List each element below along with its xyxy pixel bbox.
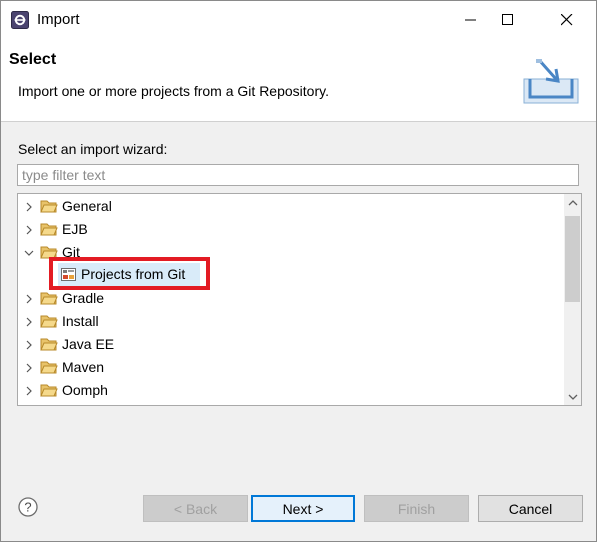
chevron-right-icon[interactable]: [22, 218, 36, 241]
tree-item-label: Java EE: [62, 336, 115, 352]
import-banner-icon: [523, 59, 579, 104]
scrollbar-thumb[interactable]: [565, 216, 580, 302]
tree-item-label: Oomph: [62, 382, 108, 398]
folder-icon: [40, 223, 58, 236]
chevron-down-icon: [568, 394, 577, 400]
minimize-icon: [465, 19, 476, 21]
tree-item-label: Maven: [62, 359, 105, 375]
tree-item-label: Install: [62, 313, 99, 329]
tree-item-label: EJB: [62, 221, 88, 237]
page-title: Select: [9, 51, 57, 68]
button-bar: ? < Back Next > Finish Cancel: [1, 478, 596, 541]
back-button[interactable]: < Back: [143, 495, 248, 522]
folder-open-icon: [40, 246, 58, 259]
wizard-tree[interactable]: General EJB Git Projects from Git Gradle…: [17, 193, 582, 406]
cancel-button[interactable]: Cancel: [478, 495, 583, 522]
chevron-right-icon[interactable]: [22, 379, 36, 402]
folder-icon: [40, 361, 58, 374]
help-icon[interactable]: ?: [18, 497, 38, 517]
chevron-down-icon[interactable]: [22, 241, 36, 264]
chevron-right-icon[interactable]: [22, 287, 36, 310]
folder-icon: [40, 292, 58, 305]
next-button[interactable]: Next >: [251, 495, 355, 522]
maximize-icon: [502, 14, 513, 25]
scroll-up-button[interactable]: [564, 194, 581, 211]
tree-item-label: Projects from Git: [81, 266, 186, 282]
close-icon: [561, 14, 573, 26]
tree-item-label: General: [62, 198, 112, 214]
wizard-prompt: Select an import wizard:: [18, 141, 168, 157]
eclipse-app-icon: [11, 11, 29, 29]
import-dialog: Import Select Import one or more project…: [0, 0, 597, 542]
chevron-up-icon: [568, 199, 577, 205]
chevron-right-icon[interactable]: [22, 195, 36, 218]
title-bar: Import: [1, 1, 596, 39]
folder-icon: [40, 338, 58, 351]
folder-icon: [40, 315, 58, 328]
wizard-header: Select Import one or more projects from …: [1, 39, 596, 122]
finish-button[interactable]: Finish: [364, 495, 469, 522]
maximize-button[interactable]: [485, 1, 531, 39]
vertical-scrollbar[interactable]: [564, 194, 581, 405]
folder-icon: [40, 384, 58, 397]
window-title: Import: [37, 11, 80, 28]
filter-input[interactable]: [17, 164, 579, 186]
page-description: Import one or more projects from a Git R…: [18, 83, 329, 99]
git-projects-icon: [61, 268, 76, 281]
tree-item-label: Git: [62, 244, 80, 260]
chevron-right-icon[interactable]: [22, 356, 36, 379]
tree-item-label: Gradle: [62, 290, 105, 306]
chevron-right-icon[interactable]: [22, 333, 36, 356]
scroll-down-button[interactable]: [564, 388, 581, 405]
folder-icon: [40, 200, 58, 213]
chevron-right-icon[interactable]: [22, 310, 36, 333]
svg-text:?: ?: [24, 500, 31, 515]
close-button[interactable]: [544, 1, 590, 39]
